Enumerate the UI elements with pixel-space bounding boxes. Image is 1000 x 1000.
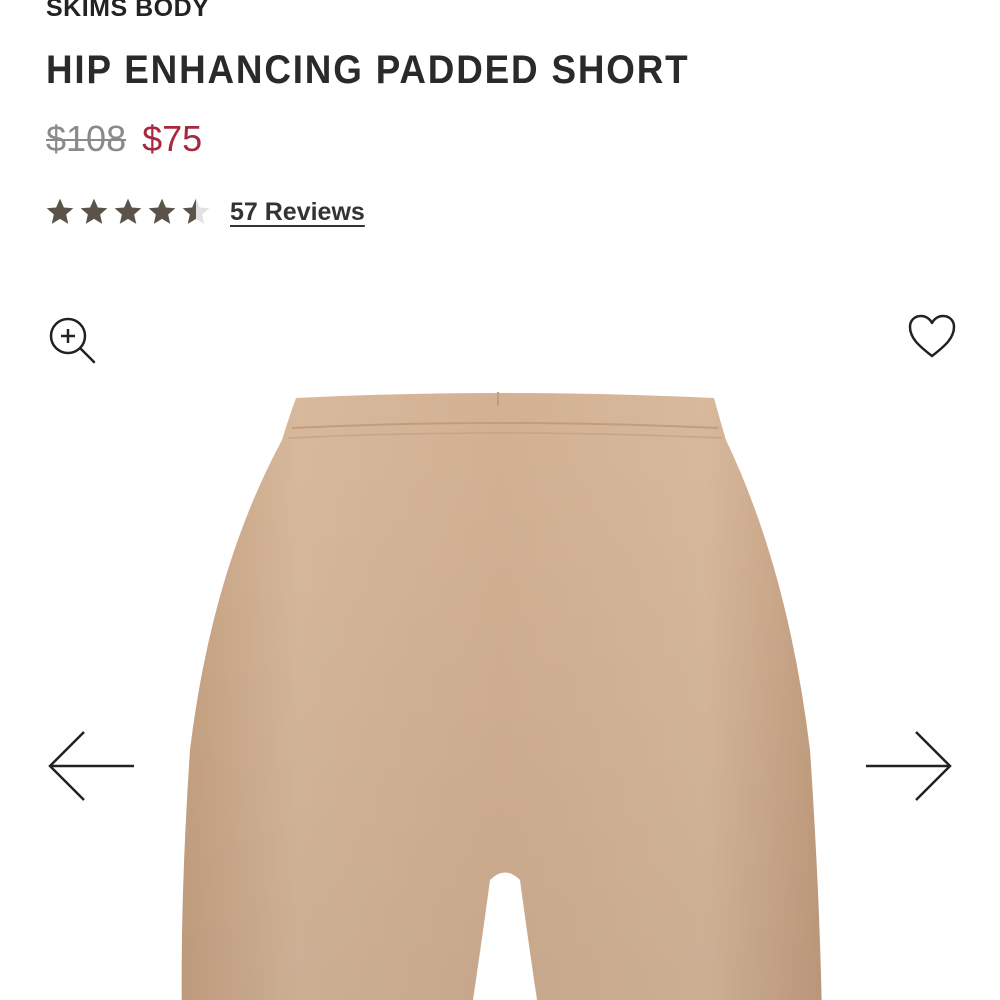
previous-image-button[interactable] (44, 728, 138, 808)
original-price: $108 (46, 118, 127, 159)
product-image (181, 392, 822, 1000)
star-half-icon (180, 196, 212, 228)
brand-name[interactable]: SKIMS BODY (46, 0, 209, 23)
star-icon (78, 196, 110, 228)
star-icon (112, 196, 144, 228)
reviews-link[interactable]: 57 Reviews (230, 198, 365, 227)
heart-icon (907, 313, 957, 364)
favorite-button[interactable] (906, 312, 958, 364)
next-image-button[interactable] (862, 728, 956, 808)
star-icon (146, 196, 178, 228)
arrow-right-icon (864, 728, 954, 809)
arrow-left-icon (46, 728, 136, 809)
star-icon (44, 196, 76, 228)
price-row: $108 $75 (46, 118, 202, 160)
zoom-button[interactable] (46, 316, 98, 368)
rating-row: 57 Reviews (44, 196, 365, 228)
sale-price: $75 (142, 118, 203, 159)
product-title: HIP ENHANCING PADDED SHORT (46, 48, 690, 92)
star-rating (44, 196, 212, 228)
zoom-in-icon (46, 314, 98, 371)
product-page: SKIMS BODY HIP ENHANCING PADDED SHORT $1… (0, 0, 1000, 1000)
